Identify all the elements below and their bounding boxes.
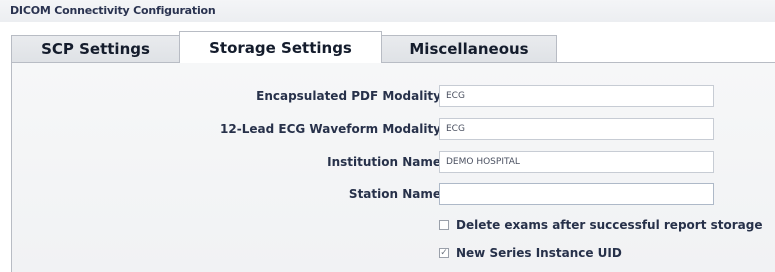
field-label: Institution Name [327,155,441,169]
encapsulated-pdf-modality-input[interactable]: ECG [439,85,714,107]
station-name-input[interactable] [439,183,714,205]
new-series-uid-option[interactable]: ✓ New Series Instance UID [439,243,622,263]
field-label: 12-Lead ECG Waveform Modality [220,122,441,136]
form-row-waveform-modality: 12-Lead ECG Waveform Modality ECG [12,118,775,142]
form-row-institution-name: Institution Name DEMO HOSPITAL [12,151,775,175]
field-label: Station Name [348,187,441,201]
delete-exams-option[interactable]: Delete exams after successful report sto… [439,215,762,235]
tab-storage-settings[interactable]: Storage Settings [179,31,382,63]
tab-label: Miscellaneous [409,40,529,58]
tab-bar: SCP Settings Storage Settings Miscellane… [11,31,775,63]
tab-label: SCP Settings [41,40,150,58]
form-row-station-name: Station Name [12,183,775,207]
new-series-uid-checkbox[interactable]: ✓ [439,248,449,258]
delete-exams-checkbox[interactable] [439,220,449,230]
field-label: Encapsulated PDF Modality [256,89,441,103]
tab-miscellaneous[interactable]: Miscellaneous [381,35,557,62]
checkbox-label: Delete exams after successful report sto… [456,218,763,232]
form-row-encapsulated-pdf-modality: Encapsulated PDF Modality ECG [12,85,775,109]
storage-settings-panel: Encapsulated PDF Modality ECG 12-Lead EC… [11,62,775,272]
checkbox-label: New Series Instance UID [456,246,622,260]
waveform-modality-input[interactable]: ECG [439,118,714,140]
tab-label: Storage Settings [209,38,352,57]
institution-name-input[interactable]: DEMO HOSPITAL [439,151,714,173]
tab-scp-settings[interactable]: SCP Settings [11,35,180,62]
window-title: DICOM Connectivity Configuration [10,4,216,17]
